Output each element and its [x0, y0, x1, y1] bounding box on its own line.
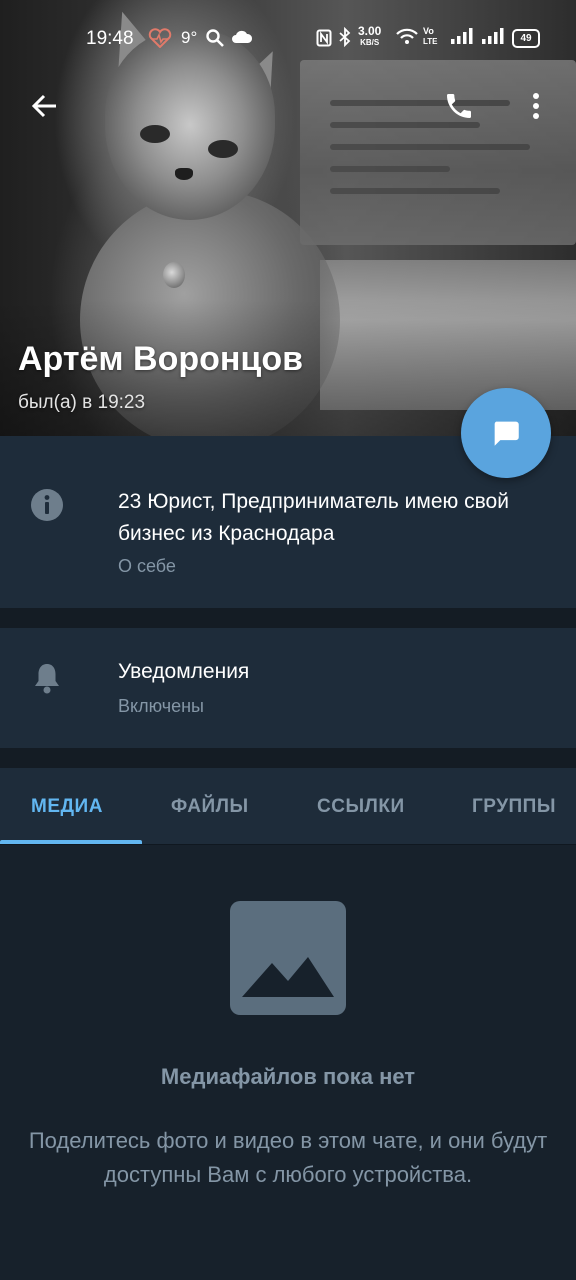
- volte-indicator: Vo LTE: [423, 26, 438, 46]
- tabs-divider: [0, 844, 576, 845]
- cat-eye-left: [140, 125, 170, 143]
- notifications-value: Включены: [118, 696, 204, 716]
- bell-icon: [30, 661, 64, 695]
- health-heart-icon: [148, 28, 172, 53]
- call-button[interactable]: [437, 84, 481, 128]
- status-bar: 19:48 9° 3.00 KB/S Vo LTE 49: [0, 0, 576, 74]
- cat-eye-right: [208, 140, 238, 158]
- about-label: О себе: [118, 556, 176, 576]
- network-speed: 3.00 KB/S: [358, 24, 382, 47]
- media-placeholder-icon: [230, 901, 346, 1015]
- battery-indicator: 49: [512, 29, 540, 48]
- tab-links[interactable]: ССЫЛКИ: [317, 796, 405, 818]
- bluetooth-icon: [338, 26, 352, 52]
- wifi-icon: [395, 28, 419, 51]
- empty-state-description: Поделитесь фото и видео в этом чате, и о…: [28, 1128, 548, 1187]
- status-temperature: 9°: [181, 28, 198, 47]
- cat-bell: [163, 262, 185, 288]
- more-options-button[interactable]: [514, 84, 558, 128]
- send-message-button[interactable]: [461, 388, 551, 478]
- notifications-section[interactable]: Уведомления Включены: [0, 628, 576, 748]
- search-icon: [205, 28, 225, 53]
- info-icon: [30, 488, 64, 522]
- signal-icon-sim2: [481, 27, 505, 50]
- profile-name: Артём Воронцов: [18, 340, 303, 378]
- about-text: 23 Юрист, Предприниматель имею свой бизн…: [118, 490, 509, 545]
- section-divider: [0, 608, 576, 628]
- phone-icon: [447, 94, 471, 118]
- message-bubble-icon: [494, 421, 519, 446]
- section-divider: [0, 748, 576, 768]
- nfc-icon: [316, 29, 332, 52]
- signal-icon-sim1: [450, 27, 474, 50]
- cloud-icon: [231, 29, 253, 50]
- media-tabs: МЕДИА ФАЙЛЫ ССЫЛКИ ГРУППЫ: [0, 768, 576, 844]
- profile-last-seen: был(а) в 19:23: [18, 392, 146, 413]
- notifications-title: Уведомления: [118, 660, 250, 683]
- arrow-back-icon: [31, 94, 56, 118]
- back-button[interactable]: [22, 84, 66, 128]
- cat-nose: [175, 168, 193, 180]
- tab-media[interactable]: МЕДИА: [31, 796, 103, 818]
- tab-files[interactable]: ФАЙЛЫ: [171, 796, 249, 818]
- status-time: 19:48: [86, 28, 134, 49]
- more-vertical-icon: [533, 93, 539, 119]
- tab-groups[interactable]: ГРУППЫ: [472, 796, 556, 818]
- empty-state-title: Медиафайлов пока нет: [160, 1064, 416, 1089]
